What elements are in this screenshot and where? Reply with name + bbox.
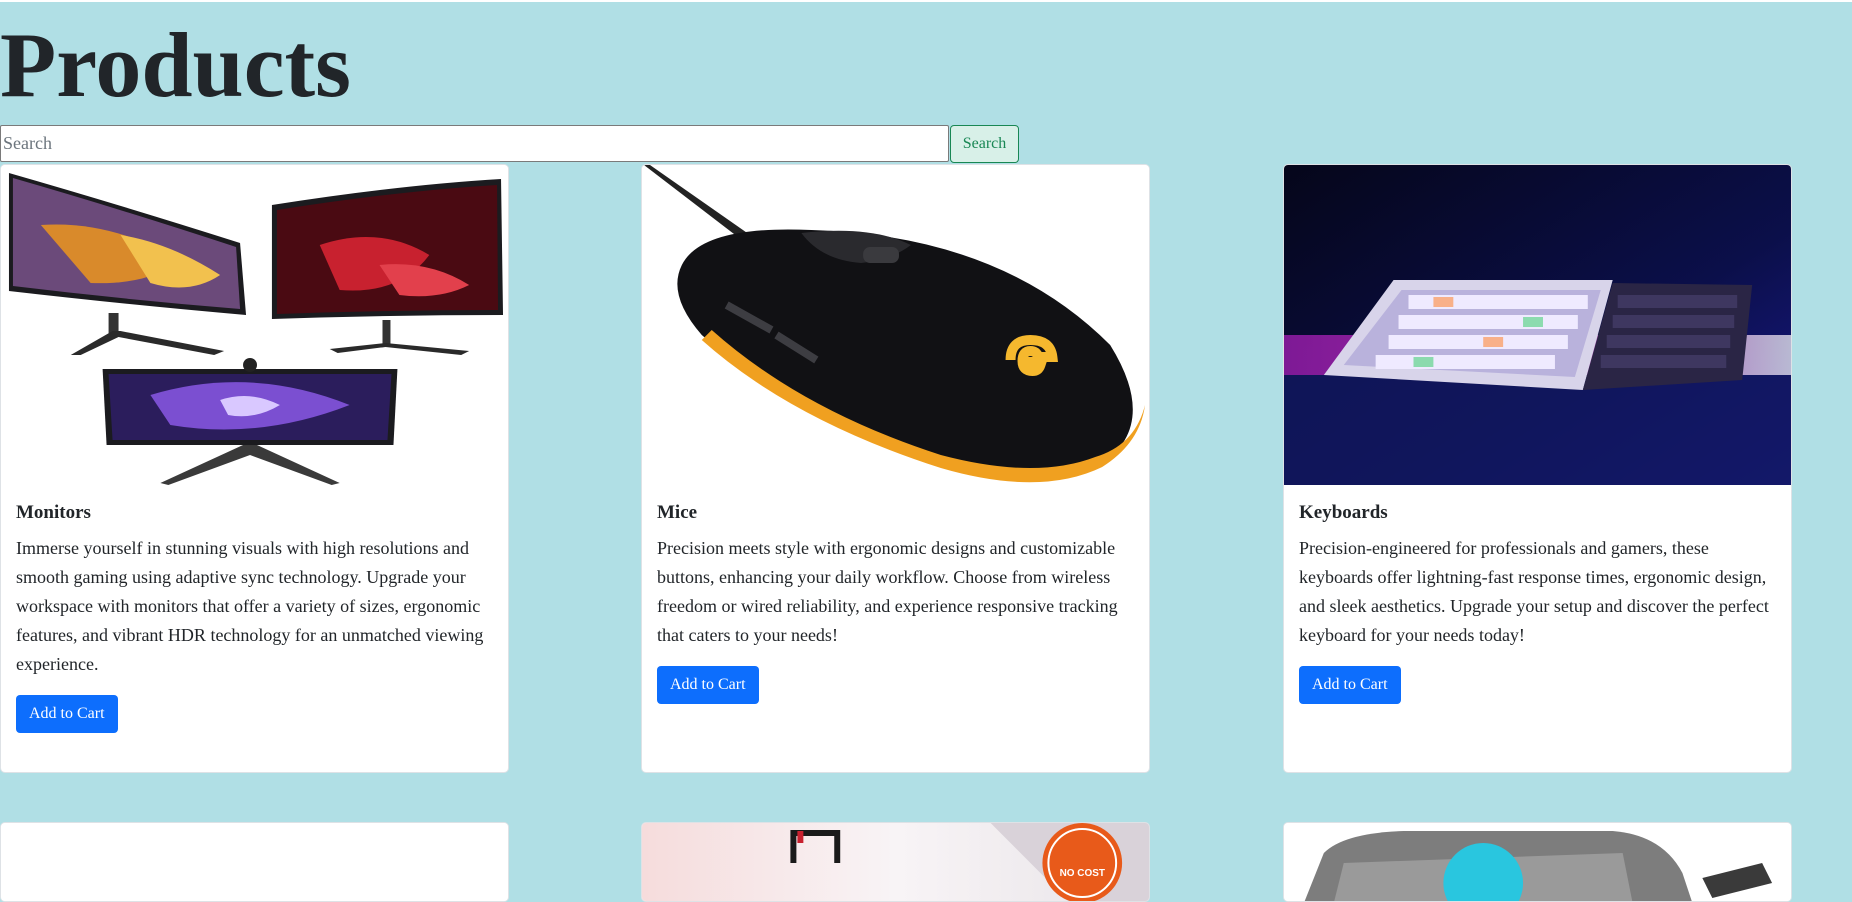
promo-badge-text: NO COST xyxy=(1060,868,1105,879)
product-card-monitors: Monitors Immerse yourself in stunning vi… xyxy=(0,164,509,773)
top-divider xyxy=(0,0,1852,2)
product-description: Immerse yourself in stunning visuals wit… xyxy=(16,538,484,674)
blank-image xyxy=(1,823,508,901)
search-input[interactable] xyxy=(0,125,949,162)
monitors-image xyxy=(1,165,508,485)
gray-device-image xyxy=(1284,823,1791,901)
add-to-cart-button[interactable]: Add to Cart xyxy=(657,666,759,704)
page-title: Products xyxy=(0,14,351,116)
card-body: Keyboards Precision-engineered for profe… xyxy=(1284,485,1791,704)
product-card-partial-2: NO COST xyxy=(641,822,1150,902)
product-card-mice: Mice Precision meets style with ergonomi… xyxy=(641,164,1150,773)
mouse-image xyxy=(642,165,1149,485)
product-card-partial-1 xyxy=(0,822,509,902)
product-description: Precision meets style with ergonomic des… xyxy=(657,538,1118,645)
card-body: Mice Precision meets style with ergonomi… xyxy=(642,485,1149,704)
product-title: Monitors xyxy=(16,502,91,523)
add-to-cart-button[interactable]: Add to Cart xyxy=(16,695,118,733)
product-card-keyboards: Keyboards Precision-engineered for profe… xyxy=(1283,164,1792,773)
search-button[interactable]: Search xyxy=(950,125,1019,163)
product-title: Mice xyxy=(657,502,698,523)
product-description: Precision-engineered for professionals a… xyxy=(1299,538,1769,645)
card-body: Monitors Immerse yourself in stunning vi… xyxy=(1,485,508,733)
keyboards-image xyxy=(1284,165,1791,485)
add-to-cart-button[interactable]: Add to Cart xyxy=(1299,666,1401,704)
product-title: Keyboards xyxy=(1299,502,1388,523)
product-card-partial-3 xyxy=(1283,822,1792,902)
luggage-promo-image: NO COST xyxy=(642,823,1149,901)
